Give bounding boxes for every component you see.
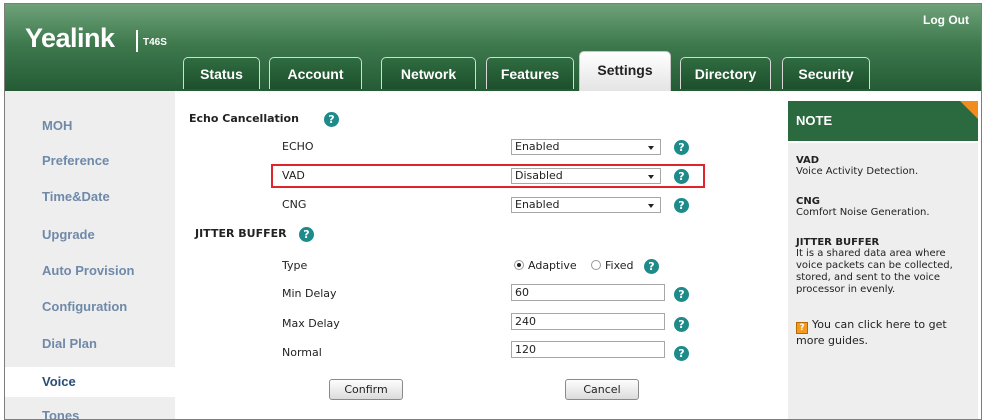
max-delay-help-icon[interactable]: ? <box>674 317 689 332</box>
sidebar-item-preference[interactable]: Preference <box>5 146 175 176</box>
echo-cancellation-heading: Echo Cancellation <box>189 112 299 125</box>
sidebar-item-voice[interactable]: Voice <box>5 367 177 397</box>
tab-status[interactable]: Status <box>183 57 260 89</box>
type-help-icon[interactable]: ? <box>644 259 659 274</box>
note-vad-desc: Voice Activity Detection. <box>796 166 919 177</box>
guide-help-icon: ? <box>796 322 808 334</box>
echo-label: ECHO <box>282 140 314 153</box>
sidebar: MOH Preference Time&Date Upgrade Auto Pr… <box>5 91 177 419</box>
min-delay-input[interactable]: 60 <box>511 284 665 301</box>
normal-help-icon[interactable]: ? <box>674 346 689 361</box>
tab-network[interactable]: Network <box>381 57 476 89</box>
sidebar-item-time-date[interactable]: Time&Date <box>5 182 175 212</box>
main-content: Echo Cancellation ? ECHO Enabled ? VAD D… <box>175 91 783 419</box>
vad-select-value: Disabled <box>515 169 563 182</box>
max-delay-input[interactable]: 240 <box>511 313 665 330</box>
note-body: VAD Voice Activity Detection. CNG Comfor… <box>788 143 978 419</box>
tab-security[interactable]: Security <box>782 57 870 89</box>
vad-label: VAD <box>282 169 305 182</box>
type-fixed-radio[interactable] <box>591 260 601 270</box>
type-adaptive-radio[interactable] <box>514 260 524 270</box>
cng-select[interactable]: Enabled <box>511 197 661 213</box>
note-cng-title: CNG <box>796 196 820 207</box>
chevron-down-icon <box>648 204 654 208</box>
normal-label: Normal <box>282 346 322 359</box>
cancel-button[interactable]: Cancel <box>565 379 639 400</box>
max-delay-label: Max Delay <box>282 317 340 330</box>
vad-select[interactable]: Disabled <box>511 168 661 184</box>
note-guide-link[interactable]: ? You can click here to get more guides. <box>796 318 970 347</box>
chevron-down-icon <box>648 146 654 150</box>
sidebar-item-auto-provision[interactable]: Auto Provision <box>5 256 175 286</box>
jitter-buffer-help-icon[interactable]: ? <box>299 227 314 242</box>
normal-input[interactable]: 120 <box>511 341 665 358</box>
type-adaptive-label: Adaptive <box>528 259 577 272</box>
header: Yealink T46S Log Out Status Account Netw… <box>5 4 981 91</box>
cng-label: CNG <box>282 198 307 211</box>
echo-cancellation-help-icon[interactable]: ? <box>324 112 339 127</box>
app-frame: Yealink T46S Log Out Status Account Netw… <box>4 3 982 420</box>
cng-select-value: Enabled <box>515 198 560 211</box>
note-title: NOTE <box>788 101 978 141</box>
tab-account[interactable]: Account <box>269 57 362 89</box>
tab-bar: Status Account Network Features Settings… <box>5 4 981 91</box>
vad-help-icon[interactable]: ? <box>674 169 689 184</box>
confirm-button[interactable]: Confirm <box>329 379 403 400</box>
jitter-buffer-heading: JITTER BUFFER <box>195 227 287 240</box>
echo-select[interactable]: Enabled <box>511 139 661 155</box>
min-delay-help-icon[interactable]: ? <box>674 287 689 302</box>
tab-features[interactable]: Features <box>486 57 574 89</box>
chevron-down-icon <box>648 175 654 179</box>
echo-select-value: Enabled <box>515 140 560 153</box>
cng-help-icon[interactable]: ? <box>674 198 689 213</box>
note-jitter-title: JITTER BUFFER <box>796 237 880 248</box>
sidebar-item-configuration[interactable]: Configuration <box>5 292 175 322</box>
tab-directory[interactable]: Directory <box>680 57 771 89</box>
tab-settings[interactable]: Settings <box>579 51 671 91</box>
note-corner-marker <box>960 101 978 119</box>
sidebar-item-moh[interactable]: MOH <box>5 111 175 141</box>
type-label: Type <box>282 259 308 272</box>
note-panel: NOTE VAD Voice Activity Detection. CNG C… <box>788 101 978 419</box>
type-fixed-label: Fixed <box>605 259 634 272</box>
sidebar-item-dial-plan[interactable]: Dial Plan <box>5 329 175 359</box>
echo-help-icon[interactable]: ? <box>674 140 689 155</box>
note-cng-desc: Comfort Noise Generation. <box>796 207 930 218</box>
note-guide-text: You can click here to get more guides. <box>796 318 947 347</box>
note-vad-title: VAD <box>796 155 820 166</box>
min-delay-label: Min Delay <box>282 287 337 300</box>
sidebar-item-upgrade[interactable]: Upgrade <box>5 220 175 250</box>
note-jitter-desc: It is a shared data area where voice pac… <box>796 248 953 295</box>
sidebar-item-tones[interactable]: Tones <box>5 401 175 419</box>
